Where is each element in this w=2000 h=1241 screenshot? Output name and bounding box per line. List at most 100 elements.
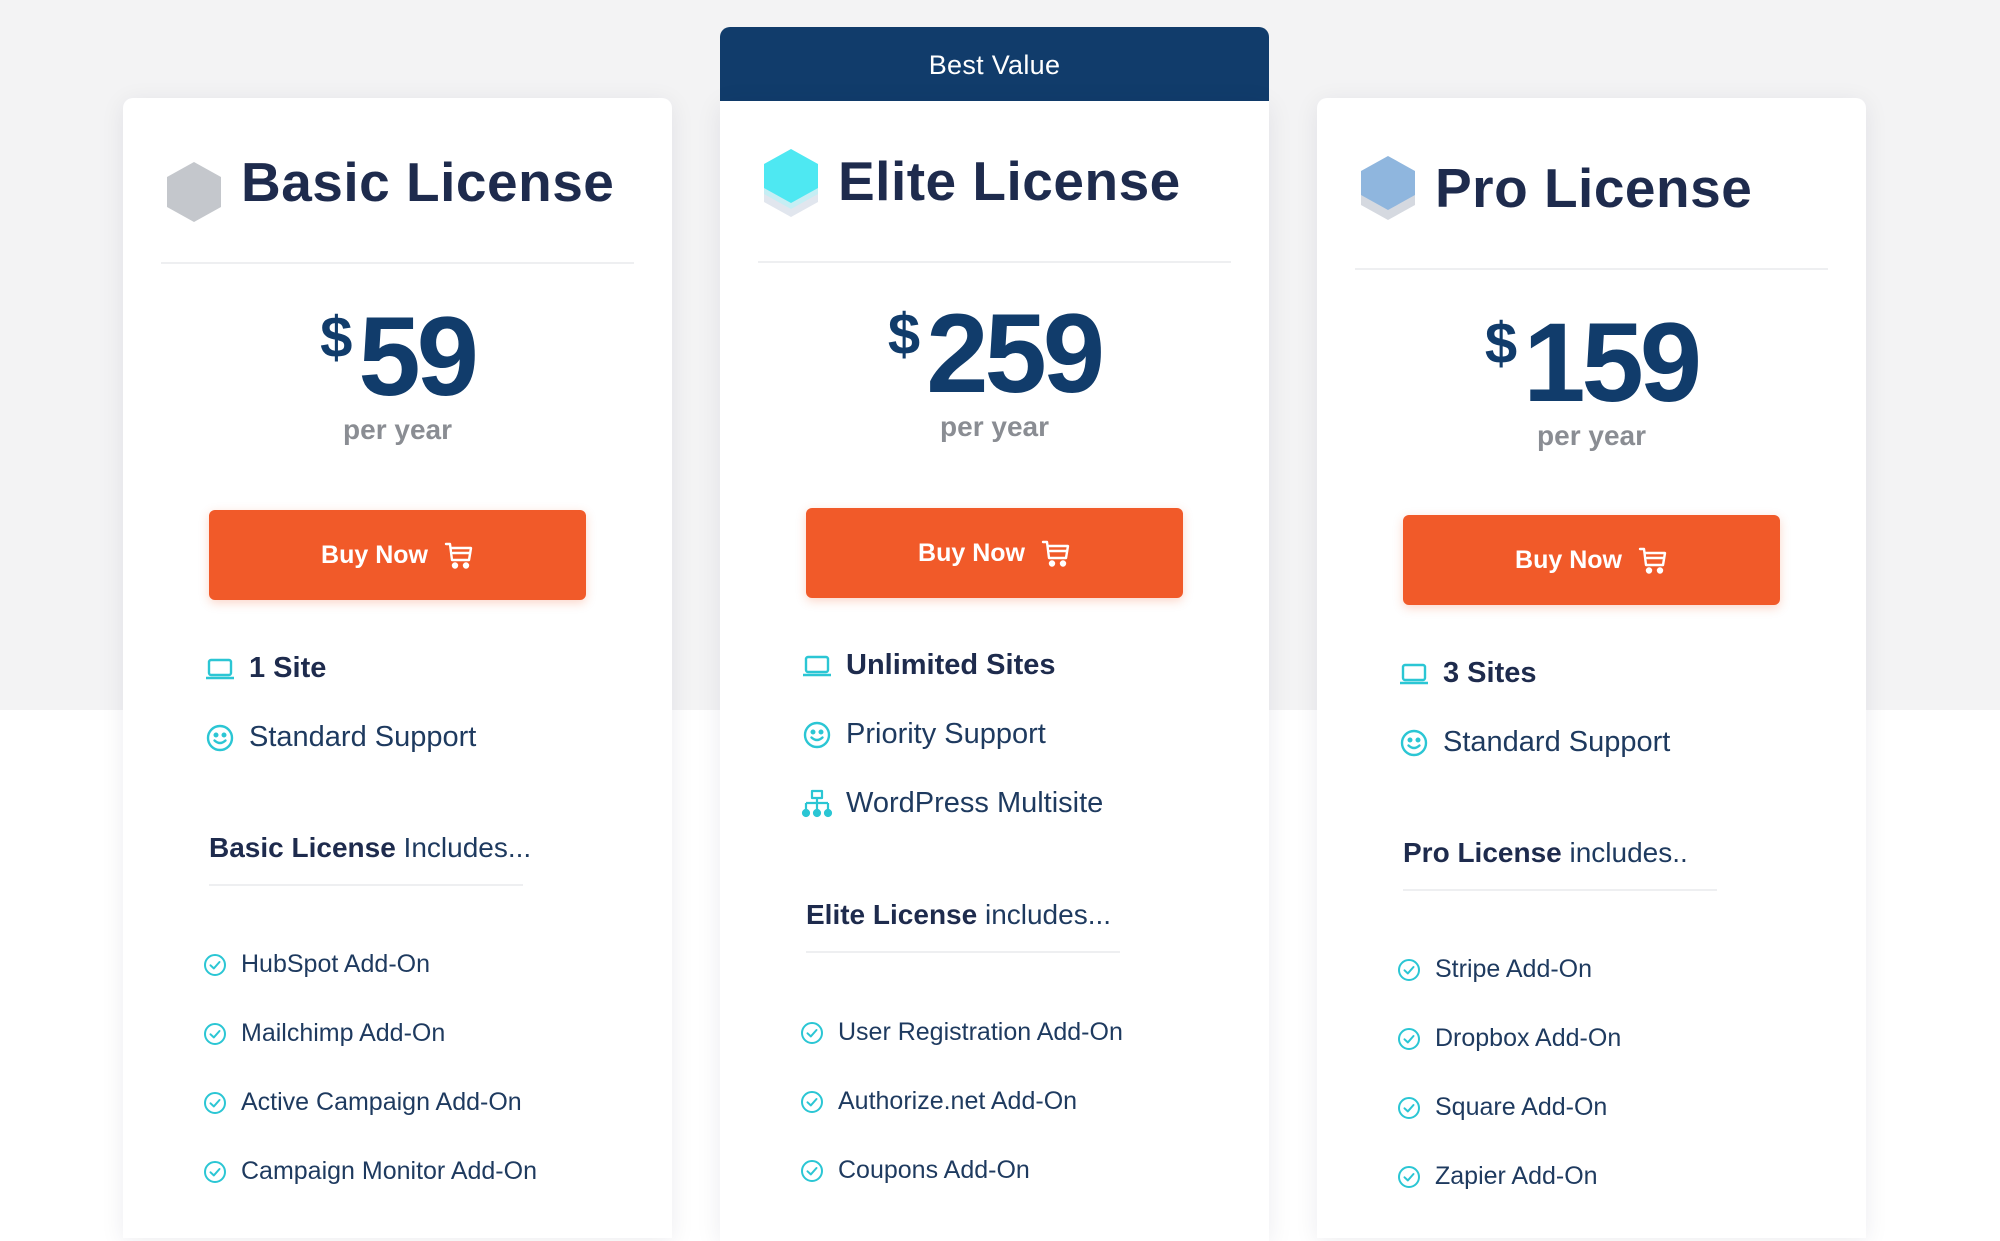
list-item: Authorize.net Add-On [800,1067,1249,1136]
feature-label: Standard Support [1443,726,1671,758]
feature-label: 3 Sites [1443,657,1537,689]
addon-label: User Registration Add-On [838,1018,1123,1046]
laptop-icon [800,651,834,681]
smiley-icon [203,723,237,753]
plan-price: $59 [123,290,672,424]
plan-title: Basic License [241,151,615,213]
feature-label: 1 Site [249,652,327,684]
cart-icon [1041,540,1070,567]
includes-plan-name: Pro License [1403,837,1562,868]
includes-plan-name: Elite License [806,899,978,930]
price-amount: 59 [358,294,479,419]
cart-icon [1638,547,1667,574]
check-circle-icon [204,953,226,976]
plan-price: $159 [1317,296,1866,430]
check-circle-icon [204,1160,226,1183]
buy-now-label: Buy Now [918,538,1025,567]
check-circle-icon [204,1022,226,1045]
addon-label: Campaign Monitor Add-On [241,1157,537,1185]
hexagon-grey-icon [167,162,221,222]
laptop-icon [1397,659,1431,689]
list-item: HubSpot Add-On [203,930,652,999]
currency-symbol: $ [887,302,921,367]
includes-suffix: includes.. [1561,837,1688,868]
includes-plan-name: Basic License [209,832,396,863]
currency-symbol: $ [1484,311,1518,376]
addon-label: Zapier Add-On [1435,1162,1598,1190]
card-header: Pro License [1355,136,1828,270]
list-item: Square Add-On [1397,1073,1846,1142]
plan-title: Elite License [838,150,1181,212]
addon-label: Square Add-On [1435,1093,1608,1121]
card-header: Elite License [758,135,1231,263]
addon-label: Stripe Add-On [1435,955,1593,983]
billing-period: per year [1537,420,1646,451]
feature-label: Standard Support [249,721,477,753]
plan-title: Pro License [1435,157,1753,219]
network-icon [800,789,834,819]
plan-price: $259 [720,287,1269,421]
list-item: Active Campaign Add-On [203,1068,652,1137]
addon-list: User Registration Add-On Authorize.net A… [800,998,1249,1205]
buy-now-button[interactable]: Buy Now [209,510,586,600]
buy-now-label: Buy Now [1515,545,1622,574]
pricing-card-elite: Elite License $259 per year Buy Now Unli… [720,101,1269,1241]
feature-list: Unlimited Sites Priority Support WordPre… [800,631,1249,838]
list-item: Dropbox Add-On [1397,1004,1846,1073]
includes-suffix: includes... [977,899,1112,930]
check-circle-icon [1398,1027,1420,1050]
feature-list: 3 Sites Standard Support [1397,639,1846,777]
best-value-label: Best Value [928,49,1061,80]
includes-suffix: Includes... [395,832,532,863]
check-circle-icon [1398,958,1420,981]
feature-label: Priority Support [846,718,1046,750]
check-circle-icon [1398,1096,1420,1119]
addon-label: HubSpot Add-On [241,950,431,978]
price-amount: 259 [926,291,1105,416]
addon-label: Active Campaign Add-On [241,1088,522,1116]
check-circle-icon [204,1091,226,1114]
check-circle-icon [801,1159,823,1182]
currency-symbol: $ [320,305,353,370]
feature-label: Unlimited Sites [846,649,1056,681]
feature-support: Standard Support [1397,708,1846,777]
list-item: User Registration Add-On [800,998,1249,1067]
buy-now-label: Buy Now [321,540,428,569]
billing-period: per year [343,414,452,445]
hexagon-stack-cyan-icon [764,149,818,217]
addon-list: HubSpot Add-On Mailchimp Add-On Active C… [203,930,652,1206]
smiley-icon [1397,728,1431,758]
addon-label: Authorize.net Add-On [838,1087,1078,1115]
billing-period: per year [940,411,1049,442]
includes-heading: Basic License Includes... [209,832,531,886]
feature-label: WordPress Multisite [846,787,1104,819]
price-amount: 159 [1523,300,1702,425]
list-item: Campaign Monitor Add-On [203,1137,652,1206]
list-item: Stripe Add-On [1397,935,1846,1004]
feature-sites: Unlimited Sites [800,631,1249,700]
pricing-card-basic: Basic License $59 per year Buy Now 1 Sit… [123,98,672,1238]
feature-support: Priority Support [800,700,1249,769]
list-item: Mailchimp Add-On [203,999,652,1068]
feature-support: Standard Support [203,703,652,772]
includes-heading: Pro License includes.. [1403,837,1717,891]
check-circle-icon [801,1021,823,1044]
buy-now-button[interactable]: Buy Now [1403,515,1780,605]
addon-label: Dropbox Add-On [1435,1024,1622,1052]
feature-sites: 1 Site [203,634,652,703]
check-circle-icon [801,1090,823,1113]
feature-sites: 3 Sites [1397,639,1846,708]
includes-heading: Elite License includes... [806,899,1120,953]
pricing-card-pro: Pro License $159 per year Buy Now 3 Site… [1317,98,1866,1238]
addon-list: Stripe Add-On Dropbox Add-On Square Add-… [1397,935,1846,1211]
feature-multisite: WordPress Multisite [800,769,1249,838]
addon-label: Mailchimp Add-On [241,1019,446,1047]
smiley-icon [800,720,834,750]
buy-now-button[interactable]: Buy Now [806,508,1183,598]
best-value-banner: Best Value [720,27,1269,103]
hexagon-stack-blue-icon [1361,156,1415,220]
addon-label: Coupons Add-On [838,1156,1030,1184]
feature-list: 1 Site Standard Support [203,634,652,772]
cart-icon [444,542,473,569]
list-item: Zapier Add-On [1397,1142,1846,1211]
